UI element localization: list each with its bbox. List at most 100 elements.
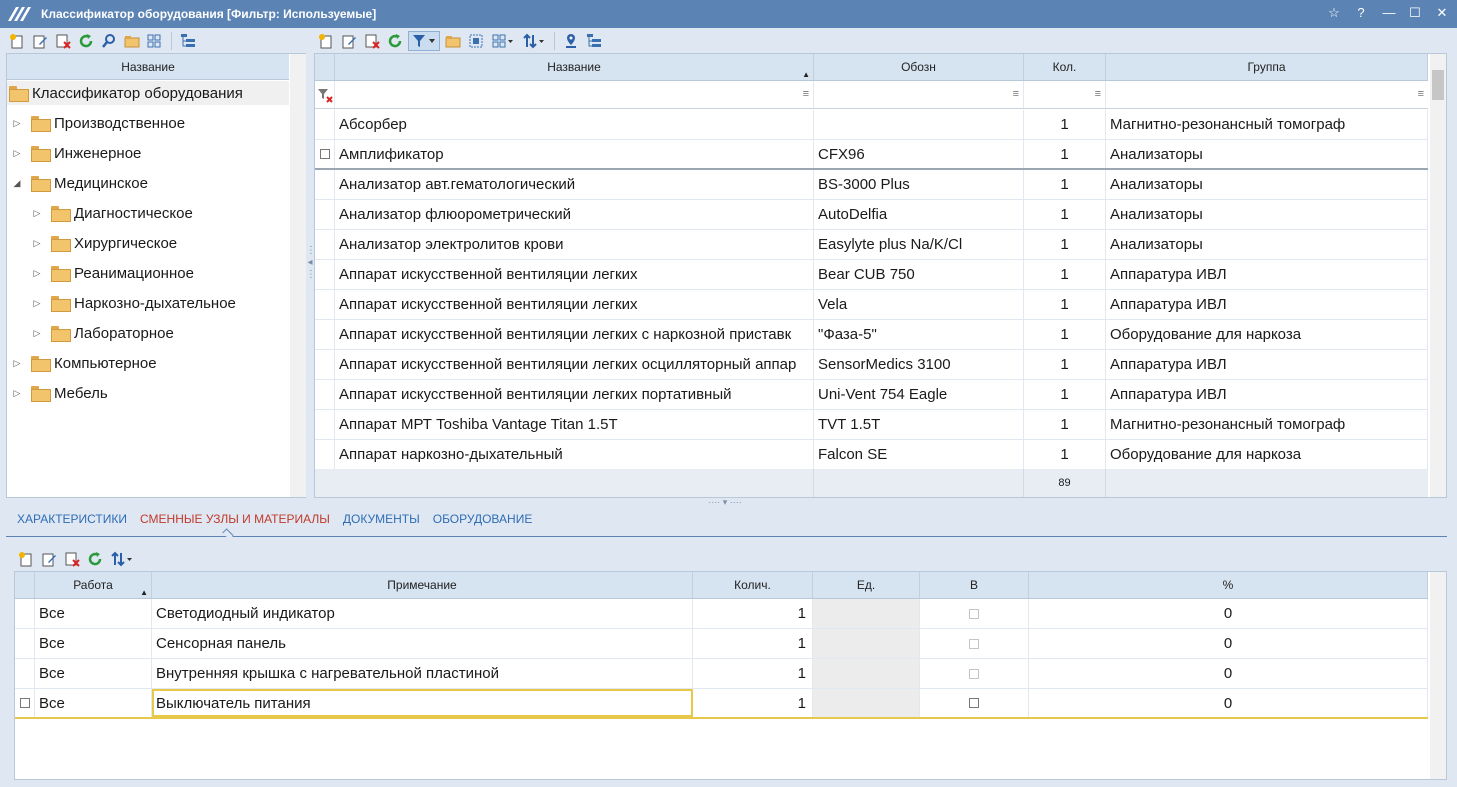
folder-icon[interactable] (122, 31, 142, 51)
collapse-arrow-icon[interactable]: ◢ (11, 177, 23, 189)
refresh-icon[interactable] (385, 31, 405, 51)
tab-2[interactable]: ДОКУМЕНТЫ (343, 512, 420, 526)
b-checkbox[interactable] (969, 638, 979, 649)
table-row[interactable]: Аппарат искусственной вентиляции легких … (315, 350, 1428, 380)
tree-item[interactable]: ◢ Медицинское (11, 171, 148, 195)
scroll-thumb[interactable] (1432, 70, 1444, 100)
table-row[interactable]: Аппарат искусственной вентиляции легких … (315, 380, 1428, 410)
tree-structure-icon[interactable] (178, 31, 198, 51)
edit-item-icon[interactable] (339, 31, 359, 51)
new-item-icon[interactable] (7, 31, 27, 51)
col-header-note[interactable]: Примечание (152, 572, 693, 598)
filter-qty-input[interactable]: ≡ (1024, 81, 1106, 108)
filter-name-input[interactable]: ≡ (335, 81, 814, 108)
col-header-unit[interactable]: Ед. (813, 572, 920, 598)
expand-arrow-icon[interactable]: ▷ (31, 237, 43, 249)
location-pin-icon[interactable] (561, 31, 581, 51)
sort-icon[interactable] (520, 31, 548, 51)
expand-arrow-icon[interactable]: ▷ (31, 297, 43, 309)
table-row[interactable]: Все Светодиодный индикатор 1 0 (15, 599, 1428, 629)
tree-scrollbar[interactable] (290, 54, 306, 497)
table-row[interactable]: Все Внутренняя крышка с нагревательной пл… (15, 659, 1428, 689)
filter-code-input[interactable]: ≡ (814, 81, 1024, 108)
col-header-group[interactable]: Группа (1106, 54, 1428, 80)
delete-item-icon[interactable] (53, 31, 73, 51)
tree-structure-icon[interactable] (584, 31, 604, 51)
table-row[interactable]: Все Выключатель питания 1 0 (15, 689, 1428, 719)
table-row[interactable]: Аппарат наркозно-дыхательный Falcon SE 1 Об… (315, 440, 1428, 470)
favorite-star-icon[interactable]: ☆ (1325, 4, 1343, 22)
tab-1[interactable]: СМЕННЫЕ УЗЛЫ И МАТЕРИАЛЫ (140, 512, 330, 526)
tree-item[interactable]: ▷ Мебель (11, 381, 108, 405)
tree-item[interactable]: ▷ Хирургическое (31, 231, 177, 255)
table-row[interactable]: Аппарат МРТ Toshiba Vantage Titan 1.5T TV… (315, 410, 1428, 440)
table-row[interactable]: Все Сенсорная панель 1 0 (15, 629, 1428, 659)
tree-item[interactable]: ▷ Реанимационное (31, 261, 194, 285)
col-header-qty[interactable]: Колич. (693, 572, 813, 598)
tree-item[interactable]: ▷ Лабораторное (31, 321, 174, 345)
col-header-name[interactable]: Название ▲ (335, 54, 814, 80)
tree-item[interactable]: ▷ Диагностическое (31, 201, 193, 225)
b-checkbox[interactable] (969, 608, 979, 619)
col-header-percent[interactable]: % (1029, 572, 1428, 598)
table-row[interactable]: Анализатор авт.гематологический BS-3000 P… (315, 170, 1428, 200)
expand-arrow-icon[interactable]: ▷ (31, 207, 43, 219)
b-checkbox[interactable] (969, 698, 979, 708)
tab-0[interactable]: ХАРАКТЕРИСТИКИ (17, 512, 127, 526)
filter-group-input[interactable]: ≡ (1106, 81, 1428, 108)
view-grid-icon[interactable] (489, 31, 517, 51)
filter-menu-icon[interactable]: ≡ (1013, 88, 1019, 100)
col-header-b[interactable]: В (920, 572, 1029, 598)
tree-item[interactable]: ▷ Наркозно-дыхательное (31, 291, 236, 315)
expand-arrow-icon[interactable]: ▷ (31, 327, 43, 339)
refresh-icon[interactable] (76, 31, 96, 51)
sort-icon[interactable] (108, 549, 136, 569)
tree-root[interactable]: Классификатор оборудования (7, 81, 289, 105)
edit-item-icon[interactable] (39, 549, 59, 569)
table-row[interactable]: Аппарат искусственной вентиляции легких … (315, 320, 1428, 350)
tree-item[interactable]: ▷ Инженерное (11, 141, 141, 165)
expand-arrow-icon[interactable]: ▷ (31, 267, 43, 279)
tree-item[interactable]: ▷ Компьютерное (11, 351, 157, 375)
select-area-icon[interactable] (466, 31, 486, 51)
col-header-work[interactable]: Работа ▲ (35, 572, 152, 598)
new-item-icon[interactable] (316, 31, 336, 51)
refresh-icon[interactable] (85, 549, 105, 569)
filter-menu-icon[interactable]: ≡ (1418, 88, 1424, 100)
expand-arrow-icon[interactable]: ▷ (11, 117, 23, 129)
parts-scrollbar[interactable] (1430, 572, 1446, 779)
filter-dropdown-icon[interactable] (408, 31, 440, 51)
delete-item-icon[interactable] (362, 31, 382, 51)
delete-item-icon[interactable] (62, 549, 82, 569)
maximize-button[interactable]: ☐ (1406, 4, 1424, 22)
table-row[interactable]: Анализатор флюорометрический AutoDelfia 1 А… (315, 200, 1428, 230)
folder-icon[interactable] (443, 31, 463, 51)
row-checkbox[interactable] (319, 149, 330, 159)
minimize-button[interactable]: — (1380, 4, 1398, 22)
edit-item-icon[interactable] (30, 31, 50, 51)
col-header-qty[interactable]: Кол. (1024, 54, 1106, 80)
b-checkbox[interactable] (969, 668, 979, 679)
filter-menu-icon[interactable]: ≡ (1095, 88, 1101, 100)
tree-item[interactable]: ▷ Производственное (11, 111, 185, 135)
expand-arrow-icon[interactable]: ▷ (11, 357, 23, 369)
table-row[interactable]: Аппарат искусственной вентиляции легких V… (315, 290, 1428, 320)
clear-filter-icon[interactable] (315, 81, 335, 108)
expand-arrow-icon[interactable]: ▷ (11, 147, 23, 159)
close-button[interactable]: ✕ (1433, 4, 1451, 22)
table-row[interactable]: Аппарат искусственной вентиляции легких B… (315, 260, 1428, 290)
vertical-splitter[interactable]: ⋮ ◂ ⋮ (306, 245, 316, 305)
help-button[interactable]: ? (1352, 4, 1370, 22)
view-grid-icon[interactable] (145, 31, 165, 51)
table-row[interactable]: Анализатор электролитов крови Easylyte pl… (315, 230, 1428, 260)
expand-arrow-icon[interactable]: ▷ (11, 387, 23, 399)
filter-menu-icon[interactable]: ≡ (803, 88, 809, 100)
search-icon[interactable] (99, 31, 119, 51)
table-row[interactable]: Амплификатор CFX96 1 Анализаторы (315, 140, 1428, 170)
row-checkbox[interactable] (19, 698, 30, 708)
table-row[interactable]: Абсорбер 1 Магнитно-резонансный томограф (315, 110, 1428, 140)
horizontal-splitter[interactable]: ···· ▾ ···· (695, 497, 755, 507)
tab-3[interactable]: ОБОРУДОВАНИЕ (433, 512, 533, 526)
new-item-icon[interactable] (16, 549, 36, 569)
col-header-code[interactable]: Обозн (814, 54, 1024, 80)
